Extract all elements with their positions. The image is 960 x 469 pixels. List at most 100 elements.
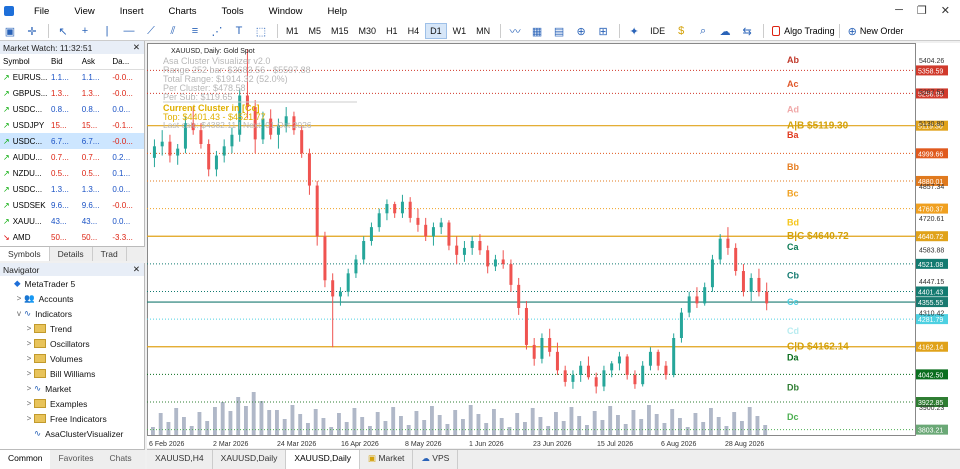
market-watch-row[interactable]: ↗ AUDU... 0.7... 0.7... 0.2... — [0, 149, 144, 165]
market-watch-row[interactable]: ↗ XAUU... 43... 43... 0.0... — [0, 213, 144, 229]
price-chart[interactable]: 5358.595258.955119.304999.664880.014760.… — [147, 43, 960, 448]
volume-bar — [693, 413, 698, 435]
signals-icon[interactable]: ✦ — [624, 23, 644, 39]
market-icon[interactable]: $ — [671, 23, 691, 39]
navigator-item[interactable]: ∿ AsaClusterVisualizer — [0, 426, 144, 441]
timeframe-m15[interactable]: M15 — [327, 23, 353, 39]
market-watch-row[interactable]: ↗ USDJPY 15... 15... -0.1... — [0, 117, 144, 133]
search-icon[interactable]: ⌕ — [693, 23, 713, 39]
chart-tab-active[interactable]: XAUUSD,Daily — [286, 450, 361, 469]
tab-chats[interactable]: Chats — [101, 450, 139, 469]
crosshair-icon[interactable]: ✛ — [22, 23, 42, 39]
zoom-icon[interactable]: ⊕ — [571, 23, 591, 39]
chart-window[interactable]: 5358.59 5258.95 5119.30 4999.66 4880.01 4760.… — [147, 43, 960, 448]
timeframe-h1[interactable]: H1 — [382, 23, 402, 39]
market-watch-row[interactable]: ↗ NZDU... 0.5... 0.5... 0.1... — [0, 165, 144, 181]
tab-details[interactable]: Details — [50, 247, 93, 261]
tab-symbols[interactable]: Symbols — [0, 247, 50, 261]
column-header[interactable]: Symbol — [0, 54, 48, 70]
timeframe-m5[interactable]: M5 — [305, 23, 326, 39]
cursor-icon[interactable]: ↖ — [53, 23, 73, 39]
expand-icon[interactable]: > — [24, 414, 34, 423]
tab-trading[interactable]: Trad — [93, 247, 127, 261]
market-watch-row[interactable]: ↗ EURUS... 1.1... 1.1... -0.0... — [0, 69, 144, 85]
navigator-item[interactable]: > Free Indicators — [0, 411, 144, 426]
market-watch-row[interactable]: ↗ USDC... 1.3... 1.3... 0.0... — [0, 181, 144, 197]
timeframe-mn[interactable]: MN — [472, 23, 494, 39]
chart-tab[interactable]: XAUUSD,Daily — [213, 450, 287, 469]
vertical-line-icon[interactable]: | — [97, 23, 117, 39]
market-watch-row[interactable]: ↗ USDC... 6.7... 6.7... -0.0... — [0, 133, 144, 149]
shapes-icon[interactable]: ⬚ — [251, 23, 271, 39]
navigator-item[interactable]: > 👥 Accounts — [0, 291, 144, 306]
grid-icon[interactable]: ⊞ — [593, 23, 613, 39]
indicators-icon[interactable]: ▦ — [527, 23, 547, 39]
navigator-item[interactable]: > Oscillators — [0, 336, 144, 351]
expand-icon[interactable]: v — [14, 309, 24, 318]
tab-common[interactable]: Common — [0, 450, 51, 469]
expand-icon[interactable]: > — [24, 399, 34, 408]
expand-icon[interactable]: > — [24, 339, 34, 348]
trendline-icon[interactable]: ⟋ — [141, 23, 161, 39]
candle-body — [695, 296, 699, 304]
menu-tools[interactable]: Tools — [209, 6, 256, 17]
cluster-label: Ac — [787, 79, 799, 89]
cloud-icon[interactable]: ☁ — [715, 23, 735, 39]
vps-icon[interactable]: ⇆ — [737, 23, 757, 39]
expand-icon[interactable]: > — [24, 384, 34, 393]
volume-bar — [492, 409, 496, 435]
tab-favorites[interactable]: Favorites — [50, 450, 101, 469]
restore-icon[interactable]: ❐ — [917, 4, 927, 17]
timeframe-d1[interactable]: D1 — [425, 23, 447, 39]
algo-trading-button[interactable]: Algo Trading — [772, 26, 835, 36]
channel-icon[interactable]: ⫽ — [163, 23, 183, 39]
market-tab[interactable]: ▣ Market — [360, 450, 414, 469]
navigator-item[interactable]: > ∿ Market — [0, 381, 144, 396]
ide-button[interactable]: IDE — [646, 23, 669, 39]
expand-icon[interactable]: > — [24, 354, 34, 363]
volume-bar — [399, 416, 403, 435]
navigator-item[interactable]: ◆ MetaTrader 5 — [0, 276, 144, 291]
column-header[interactable]: Da... — [109, 54, 144, 70]
close-icon[interactable]: ✕ — [941, 4, 950, 17]
navigator-item[interactable]: > Volumes — [0, 351, 144, 366]
market-watch-row[interactable]: ↗ GBPUS... 1.3... 1.3... -0.0... — [0, 85, 144, 101]
column-header[interactable]: Ask — [78, 54, 110, 70]
new-chart-icon[interactable]: ▣ — [0, 23, 20, 39]
navigator-item[interactable]: > Bill Williams — [0, 366, 144, 381]
menu-view[interactable]: View — [62, 6, 107, 17]
expand-icon[interactable]: > — [24, 369, 34, 378]
templates-icon[interactable]: ▤ — [549, 23, 569, 39]
menu-help[interactable]: Help — [315, 6, 360, 17]
chart-tab[interactable]: XAUUSD,H4 — [147, 450, 213, 469]
chart-type-icon[interactable]: 〰 — [505, 23, 525, 39]
timeframe-m1[interactable]: M1 — [282, 23, 303, 39]
expand-icon[interactable]: > — [24, 324, 34, 333]
vps-tab[interactable]: ☁ VPS — [413, 450, 459, 469]
gann-icon[interactable]: ⋰ — [207, 23, 227, 39]
market-watch-row[interactable]: ↗ USDSEK 9.6... 9.6... -0.0... — [0, 197, 144, 213]
timeframe-m30[interactable]: M30 — [355, 23, 381, 39]
close-icon[interactable]: ✕ — [133, 42, 140, 53]
navigator-item[interactable]: v ∿ Indicators — [0, 306, 144, 321]
menu-window[interactable]: Window — [257, 6, 316, 17]
new-order-button[interactable]: ⊕ New Order — [848, 25, 904, 38]
timeframe-h4[interactable]: H4 — [404, 23, 424, 39]
market-watch-row[interactable]: ↘ AMD 50... 50... -3.3... — [0, 229, 144, 245]
text-tool-icon[interactable]: T — [229, 23, 249, 39]
menu-insert[interactable]: Insert — [108, 6, 157, 17]
close-icon[interactable]: ✕ — [133, 264, 140, 275]
navigator-item[interactable]: > Examples — [0, 396, 144, 411]
market-watch-row[interactable]: ↗ USDC... 0.8... 0.8... 0.0... — [0, 101, 144, 117]
column-header[interactable]: Bid — [48, 54, 79, 70]
expand-icon[interactable]: > — [14, 294, 24, 303]
plus-icon[interactable]: + — [75, 23, 95, 39]
horizontal-line-icon[interactable]: — — [119, 23, 139, 39]
ask-cell: 6.7... — [78, 133, 110, 149]
navigator-item[interactable]: > Trend — [0, 321, 144, 336]
minimize-icon[interactable]: ─ — [895, 4, 903, 17]
menu-charts[interactable]: Charts — [157, 6, 210, 17]
timeframe-w1[interactable]: W1 — [449, 23, 471, 39]
fibonacci-icon[interactable]: ≡ — [185, 23, 205, 39]
menu-file[interactable]: File — [22, 6, 62, 17]
